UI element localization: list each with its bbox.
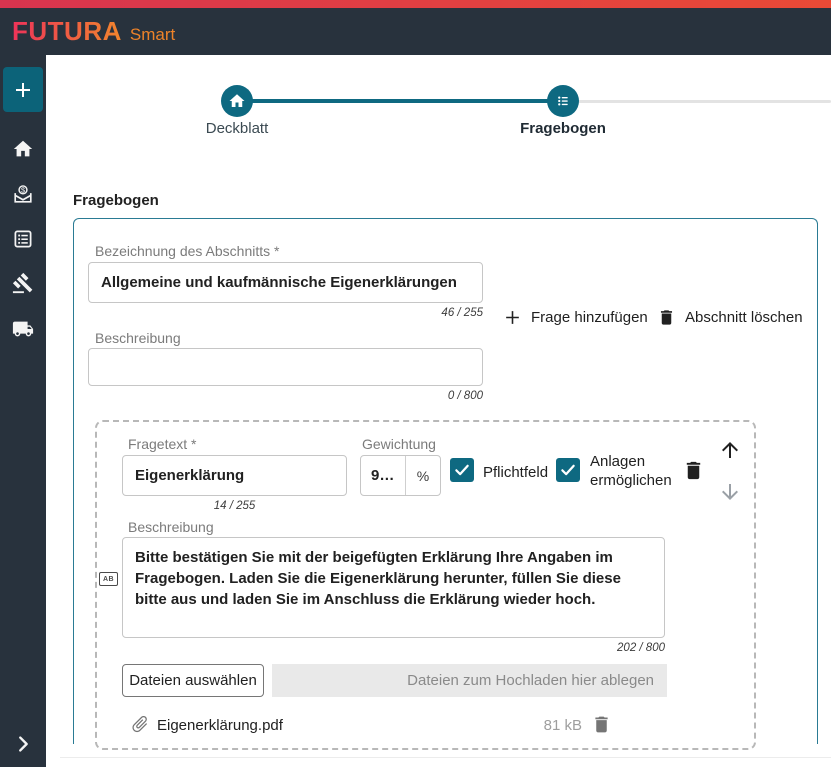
sidebar: $ [0, 55, 46, 767]
delete-section-label: Abschnitt löschen [685, 309, 803, 326]
question-description-textarea[interactable]: Bitte bestätigen Sie mit der beigefügten… [122, 537, 665, 638]
choose-files-button[interactable]: Dateien auswählen [122, 664, 264, 697]
add-button[interactable] [3, 67, 43, 112]
invoice-inbox-icon: $ [12, 183, 34, 205]
trash-icon [657, 308, 676, 327]
step-label-deckblatt[interactable]: Deckblatt [177, 120, 297, 137]
attachment-icon-wrap [130, 714, 150, 734]
chevron-right-icon [12, 733, 34, 755]
truck-icon [12, 318, 34, 340]
stepper-line-done [240, 99, 560, 103]
required-checkbox[interactable] [450, 458, 474, 482]
home-icon [12, 138, 34, 160]
step-fragebogen-circle[interactable] [547, 85, 579, 117]
weight-field: 9… % [360, 455, 441, 496]
gavel-icon [12, 272, 34, 294]
paperclip-icon [130, 714, 150, 734]
home-icon [228, 92, 246, 110]
stepper-line-upcoming [563, 100, 831, 103]
question-type-badge: AB [99, 572, 118, 586]
checklist-icon [12, 228, 34, 250]
attachment-file-name[interactable]: Eigenerklärung.pdf [157, 717, 283, 734]
trash-icon [682, 459, 705, 482]
arrow-down-icon [718, 480, 742, 504]
move-question-up-button[interactable] [718, 438, 742, 462]
brand-suffix: Smart [130, 19, 175, 45]
file-dropzone[interactable]: Dateien zum Hochladen hier ablegen [272, 664, 667, 697]
delete-question-button[interactable] [682, 459, 705, 482]
required-checkbox-label[interactable]: Pflichtfeld [483, 463, 548, 482]
sidebar-item-invoices[interactable]: $ [12, 183, 34, 205]
section-description-input[interactable] [88, 348, 483, 386]
check-icon [453, 461, 471, 479]
section-description-counter: 0 / 800 [88, 390, 483, 402]
sidebar-item-logistics[interactable] [12, 318, 34, 340]
add-question-label: Frage hinzufügen [531, 309, 648, 326]
svg-text:$: $ [21, 185, 25, 194]
delete-section-button[interactable]: Abschnitt löschen [657, 308, 803, 327]
sidebar-expand-button[interactable] [12, 733, 34, 755]
section-description-label: Beschreibung [95, 330, 181, 346]
section-name-counter: 46 / 255 [88, 307, 483, 319]
bottom-divider [60, 757, 831, 758]
check-icon [559, 461, 577, 479]
plus-icon [503, 308, 522, 327]
brand-logo: FUTURA [12, 16, 122, 47]
question-text-counter: 14 / 255 [122, 500, 347, 512]
app-header: FUTURA Smart [0, 8, 831, 55]
sidebar-item-questionnaires[interactable] [12, 228, 34, 250]
question-text-input[interactable]: Eigenerklärung [122, 455, 347, 496]
step-deckblatt-circle[interactable] [221, 85, 253, 117]
weight-unit: % [406, 456, 440, 495]
attachment-file-size: 81 kB [480, 717, 582, 734]
sidebar-item-auctions[interactable] [12, 272, 34, 294]
sidebar-item-home[interactable] [12, 138, 34, 160]
attachments-checkbox-label[interactable]: Anlagen ermöglichen [590, 452, 682, 490]
weight-input[interactable]: 9… [361, 456, 406, 495]
list-icon [554, 92, 572, 110]
section-name-input[interactable]: Allgemeine und kaufmännische Eigenerklär… [88, 262, 483, 303]
question-text-label: Fragetext * [128, 436, 196, 452]
trash-icon [591, 714, 612, 735]
section-name-label: Bezeichnung des Abschnitts * [95, 243, 279, 259]
delete-attachment-button[interactable] [591, 714, 612, 735]
weight-label: Gewichtung [362, 436, 436, 452]
step-label-fragebogen[interactable]: Fragebogen [503, 120, 623, 137]
question-description-counter: 202 / 800 [122, 642, 665, 654]
page-title: Fragebogen [73, 192, 159, 209]
add-question-button[interactable]: Frage hinzufügen [503, 308, 648, 327]
top-accent-stripe [0, 0, 831, 8]
plus-icon [11, 78, 35, 102]
arrow-up-icon [718, 438, 742, 462]
move-question-down-button[interactable] [718, 480, 742, 504]
attachments-checkbox[interactable] [556, 458, 580, 482]
question-description-label: Beschreibung [128, 519, 214, 535]
